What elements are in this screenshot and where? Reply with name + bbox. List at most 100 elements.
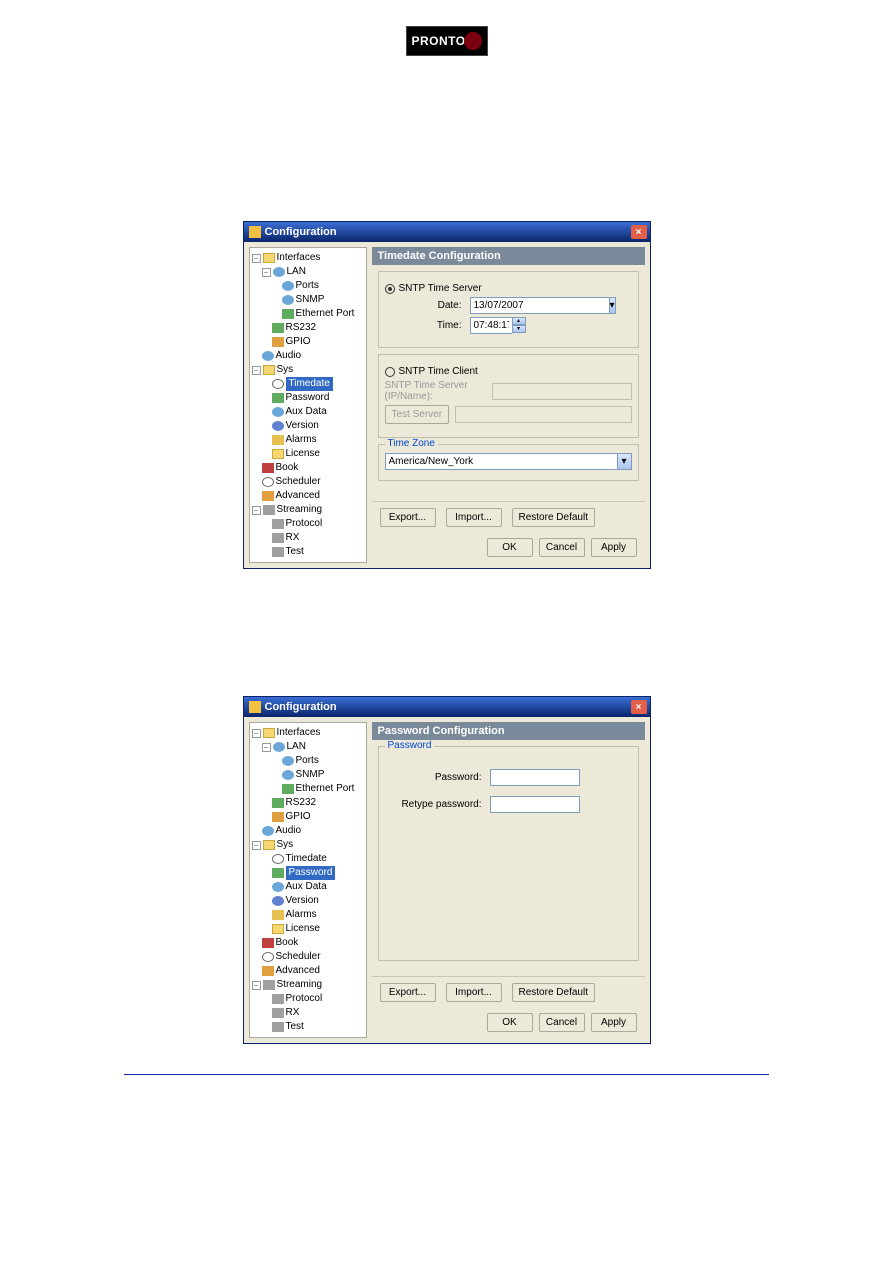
chevron-down-icon[interactable]: ▾ — [617, 453, 632, 470]
folder-icon — [263, 365, 275, 375]
tree-interfaces[interactable]: Interfaces — [277, 726, 321, 740]
tree-audio[interactable]: Audio — [276, 824, 302, 838]
tree-ethernet[interactable]: Ethernet Port — [296, 307, 355, 321]
tree-advanced[interactable]: Advanced — [276, 489, 320, 503]
tree-advanced[interactable]: Advanced — [276, 964, 320, 978]
expand-icon[interactable]: − — [252, 841, 261, 850]
tree-rx[interactable]: RX — [286, 1006, 300, 1020]
time-input[interactable]: ▴▾ — [470, 317, 526, 334]
tree-sys[interactable]: Sys — [277, 363, 294, 377]
date-label: Date: — [385, 300, 470, 311]
node-icon — [282, 756, 294, 766]
tree-audio[interactable]: Audio — [276, 349, 302, 363]
tree-book[interactable]: Book — [276, 936, 299, 950]
tree-gpio[interactable]: GPIO — [286, 810, 311, 824]
tree-streaming[interactable]: Streaming — [277, 503, 323, 517]
tree-scheduler[interactable]: Scheduler — [276, 475, 321, 489]
ok-button[interactable]: OK — [487, 538, 533, 557]
expand-icon[interactable]: − — [252, 981, 261, 990]
tree-ports[interactable]: Ports — [296, 279, 319, 293]
tree-timedate[interactable]: Timedate — [286, 377, 333, 391]
chevron-down-icon[interactable]: ▾ — [609, 297, 616, 314]
tree-streaming[interactable]: Streaming — [277, 978, 323, 992]
tree-license[interactable]: License — [286, 922, 320, 936]
cancel-button[interactable]: Cancel — [539, 538, 585, 557]
import-button[interactable]: Import... — [446, 983, 502, 1002]
clock-icon — [272, 379, 284, 389]
logo: PRONTO — [406, 26, 488, 56]
tree-view[interactable]: −Interfaces −LAN Ports SNMP Ethernet Por… — [249, 247, 367, 563]
tree-password[interactable]: Password — [286, 866, 336, 880]
tree-view[interactable]: −Interfaces −LAN Ports SNMP Ethernet Por… — [249, 722, 367, 1038]
tree-alarms[interactable]: Alarms — [286, 908, 317, 922]
tree-rs232[interactable]: RS232 — [286, 321, 317, 335]
folder-icon — [263, 253, 275, 263]
tree-ports[interactable]: Ports — [296, 754, 319, 768]
close-icon[interactable]: × — [631, 225, 647, 239]
tree-alarms[interactable]: Alarms — [286, 433, 317, 447]
expand-icon[interactable]: − — [252, 729, 261, 738]
tree-protocol[interactable]: Protocol — [286, 517, 323, 531]
radio-server-label: SNTP Time Server — [399, 283, 482, 294]
app-icon — [249, 226, 261, 238]
tree-auxdata[interactable]: Aux Data — [286, 405, 327, 419]
expand-icon[interactable]: − — [262, 743, 271, 752]
tree-auxdata[interactable]: Aux Data — [286, 880, 327, 894]
node-icon — [263, 505, 275, 515]
restore-default-button[interactable]: Restore Default — [512, 983, 595, 1002]
tree-version[interactable]: Version — [286, 419, 319, 433]
tree-lan[interactable]: LAN — [287, 265, 306, 279]
spin-down-icon[interactable]: ▾ — [512, 325, 526, 333]
panel-title: Password Configuration — [372, 722, 645, 740]
tree-test[interactable]: Test — [286, 1020, 304, 1034]
radio-sntp-client[interactable] — [385, 367, 395, 377]
export-button[interactable]: Export... — [380, 983, 436, 1002]
tree-protocol[interactable]: Protocol — [286, 992, 323, 1006]
tree-snmp[interactable]: SNMP — [296, 293, 325, 307]
tree-sys[interactable]: Sys — [277, 838, 294, 852]
expand-icon[interactable]: − — [262, 268, 271, 277]
tree-rx[interactable]: RX — [286, 531, 300, 545]
expand-icon[interactable]: − — [252, 254, 261, 263]
node-icon — [282, 295, 294, 305]
tree-interfaces[interactable]: Interfaces — [277, 251, 321, 265]
retype-password-input[interactable] — [490, 796, 580, 813]
expand-icon[interactable]: − — [252, 366, 261, 375]
node-icon — [282, 784, 294, 794]
tree-version[interactable]: Version — [286, 894, 319, 908]
restore-default-button[interactable]: Restore Default — [512, 508, 595, 527]
tree-license[interactable]: License — [286, 447, 320, 461]
close-icon[interactable]: × — [631, 700, 647, 714]
ok-button[interactable]: OK — [487, 1013, 533, 1032]
export-button[interactable]: Export... — [380, 508, 436, 527]
tree-snmp[interactable]: SNMP — [296, 768, 325, 782]
cancel-button[interactable]: Cancel — [539, 1013, 585, 1032]
titlebar[interactable]: Configuration × — [244, 222, 650, 242]
apply-button[interactable]: Apply — [591, 1013, 637, 1032]
tree-timedate[interactable]: Timedate — [286, 852, 327, 866]
timezone-field[interactable] — [385, 453, 617, 470]
clock-icon — [272, 854, 284, 864]
spin-up-icon[interactable]: ▴ — [512, 317, 526, 325]
expand-icon[interactable]: − — [252, 506, 261, 515]
date-input[interactable]: ▾ — [470, 297, 520, 314]
password-input[interactable] — [490, 769, 580, 786]
import-button[interactable]: Import... — [446, 508, 502, 527]
titlebar[interactable]: Configuration × — [244, 697, 650, 717]
date-field[interactable] — [470, 297, 609, 314]
tree-ethernet[interactable]: Ethernet Port — [296, 782, 355, 796]
node-icon — [282, 770, 294, 780]
radio-sntp-server[interactable] — [385, 284, 395, 294]
folder-icon — [272, 449, 284, 459]
tree-scheduler[interactable]: Scheduler — [276, 950, 321, 964]
timezone-dropdown[interactable]: ▾ — [385, 453, 632, 470]
tree-test[interactable]: Test — [286, 545, 304, 559]
tree-gpio[interactable]: GPIO — [286, 335, 311, 349]
node-icon — [272, 393, 284, 403]
apply-button[interactable]: Apply — [591, 538, 637, 557]
tree-book[interactable]: Book — [276, 461, 299, 475]
tree-rs232[interactable]: RS232 — [286, 796, 317, 810]
tree-password[interactable]: Password — [286, 391, 330, 405]
time-field[interactable] — [470, 317, 512, 334]
tree-lan[interactable]: LAN — [287, 740, 306, 754]
